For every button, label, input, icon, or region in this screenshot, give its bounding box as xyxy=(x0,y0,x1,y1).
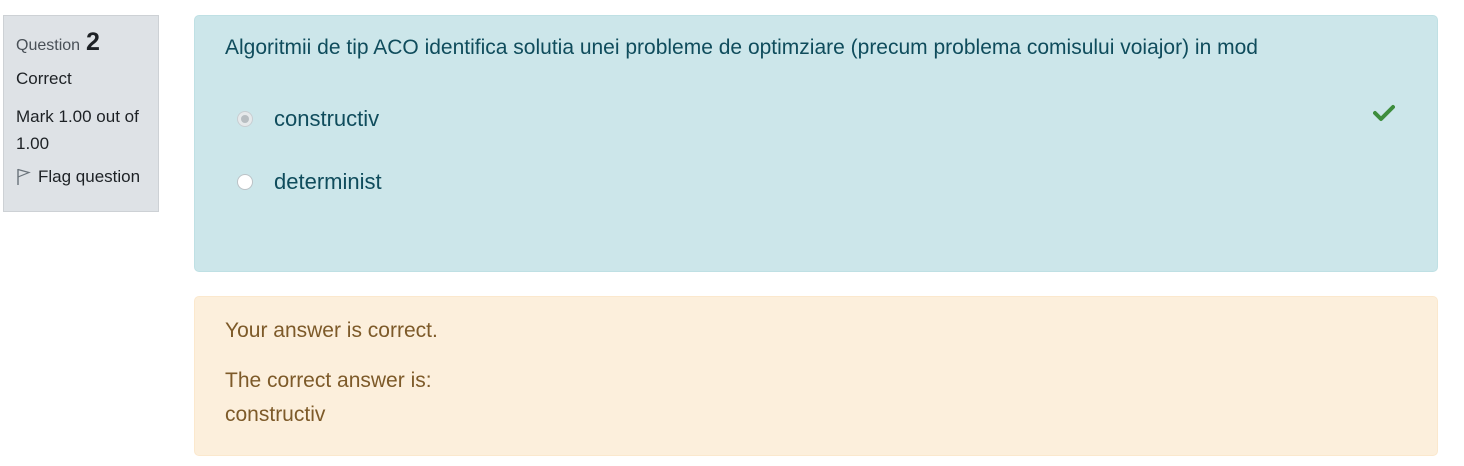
right-answer-value: constructiv xyxy=(225,403,326,426)
question-grade: Mark 1.00 out of 1.00 xyxy=(16,107,139,153)
flag-question-label: Flag question xyxy=(38,167,141,186)
feedback-text: Your answer is correct. xyxy=(225,319,438,342)
question-info-panel: Question 2 Correct Mark 1.00 out of 1.00… xyxy=(3,15,159,212)
answer-option-label: determinist xyxy=(274,169,382,194)
answer-option-2[interactable]: determinist xyxy=(237,169,382,195)
question-formulation: Algoritmii de tip ACO identifica solutia… xyxy=(194,15,1438,272)
question-outcome: Your answer is correct. The correct answ… xyxy=(194,296,1438,456)
radio-button[interactable] xyxy=(237,174,253,190)
right-answer: The correct answer is: constructiv xyxy=(225,364,432,432)
question-word: Question xyxy=(16,37,81,54)
question-state: Correct xyxy=(16,69,72,88)
question-text: Algoritmii de tip ACO identifica solutia… xyxy=(225,36,1258,59)
right-answer-prefix: The correct answer is: xyxy=(225,369,432,392)
radio-button-selected[interactable] xyxy=(237,111,253,127)
question-number-line: Question 2 xyxy=(16,28,158,58)
answer-option-1[interactable]: constructiv xyxy=(237,106,379,132)
flag-outline-icon xyxy=(17,168,31,185)
question-number: 2 xyxy=(86,28,100,56)
answer-option-label: constructiv xyxy=(274,106,380,131)
check-icon xyxy=(1373,105,1395,121)
flag-question-link[interactable]: Flag question xyxy=(16,166,158,188)
